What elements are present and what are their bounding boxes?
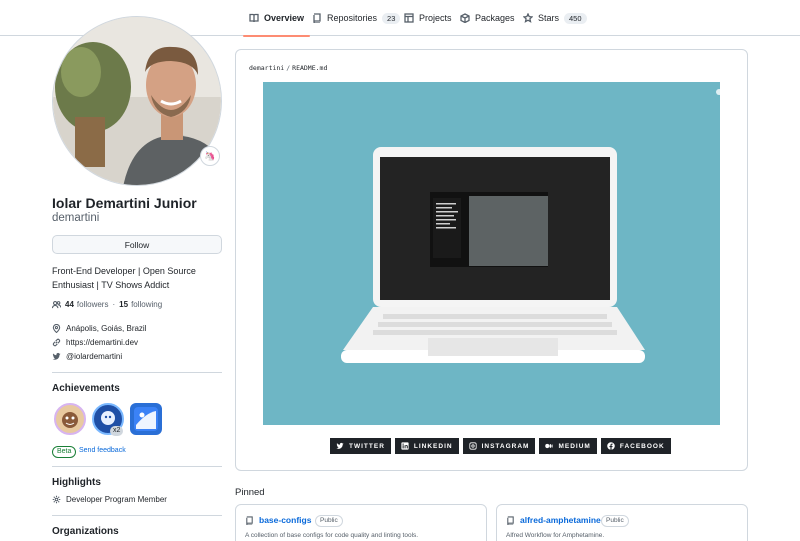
- followers-label: followers: [76, 300, 109, 309]
- highlight-item-label: Developer Program Member: [66, 495, 167, 504]
- follow-stats: 44 followers · 15 following: [52, 300, 162, 309]
- tab-overview[interactable]: Overview: [242, 0, 311, 37]
- highlights-title: Highlights: [52, 477, 101, 488]
- star-icon: [523, 13, 533, 23]
- tab-stars-label: Stars: [538, 13, 560, 23]
- stars-counter: 450: [564, 12, 587, 24]
- pinned-repo-description: Alfred Workflow for Amphetamine.: [506, 532, 605, 539]
- website-row: https://demartini.dev: [52, 338, 138, 347]
- repo-icon: [246, 516, 253, 525]
- medium-button[interactable]: MEDIUM: [539, 438, 597, 454]
- sidebar-divider: [52, 515, 222, 516]
- highlight-item: Developer Program Member: [52, 495, 167, 504]
- medium-icon: [545, 443, 554, 449]
- pinned-repo-visibility: Public: [315, 515, 343, 527]
- pinned-repo-description: A collection of base configs for code qu…: [245, 532, 419, 539]
- sidebar-divider: [52, 372, 222, 373]
- facebook-button-label: FACEBOOK: [619, 442, 665, 450]
- achievement-badge-3[interactable]: [130, 403, 162, 435]
- book-icon: [249, 13, 259, 23]
- following-link[interactable]: 15 following: [119, 300, 162, 309]
- twitter-row: @iolardemartini: [52, 352, 122, 361]
- tab-overview-label: Overview: [264, 13, 305, 23]
- readme-path-separator: /: [286, 64, 291, 72]
- tab-stars[interactable]: Stars 450: [523, 0, 587, 36]
- following-count: 15: [119, 300, 129, 309]
- linkedin-icon: [401, 442, 409, 450]
- linkedin-button[interactable]: LINKEDIN: [394, 438, 459, 454]
- achievement-badge-1[interactable]: [54, 403, 86, 435]
- send-feedback-link[interactable]: Send feedback: [79, 447, 126, 454]
- followers-link[interactable]: 44 followers: [65, 300, 108, 309]
- readme-path-file: README.md: [292, 64, 328, 72]
- package-icon: [460, 13, 470, 23]
- readme-banner-image: [263, 82, 720, 425]
- profile-username: demartini: [52, 212, 100, 224]
- pinned-repo-name[interactable]: base-configs: [259, 515, 311, 525]
- twitter-icon: [336, 442, 344, 449]
- twitter-button[interactable]: TWITTER: [330, 438, 391, 454]
- follow-button[interactable]: Follow: [52, 235, 222, 254]
- instagram-button-label: INSTAGRAM: [481, 442, 530, 450]
- people-icon: [52, 300, 61, 309]
- pinned-title: Pinned: [235, 487, 265, 498]
- repo-icon: [507, 516, 514, 525]
- sidebar-divider: [52, 466, 222, 467]
- project-icon: [404, 13, 414, 23]
- readme-path: demartini / README.md: [249, 64, 327, 72]
- tab-projects-label: Projects: [419, 13, 452, 23]
- pinned-repo-visibility: Public: [601, 515, 629, 527]
- instagram-button[interactable]: INSTAGRAM: [462, 438, 536, 454]
- location-icon: [52, 324, 61, 333]
- laptop-illustration: [341, 89, 720, 363]
- twitter-icon: [52, 352, 61, 360]
- link-icon: [52, 338, 61, 347]
- repositories-counter: 23: [382, 12, 401, 24]
- avatar-photo: [53, 17, 221, 185]
- location-text: Anápolis, Goiás, Brazil: [66, 324, 147, 333]
- avatar[interactable]: [52, 16, 222, 186]
- pinned-repo-card: base-configs Public A collection of base…: [235, 504, 487, 541]
- tab-packages[interactable]: Packages: [460, 0, 515, 36]
- website-link[interactable]: https://demartini.dev: [66, 338, 138, 347]
- follow-separator: ·: [112, 300, 116, 309]
- tab-repositories[interactable]: Repositories 23: [312, 0, 401, 36]
- pinned-repo-card: alfred-amphetamine Public Alfred Workflo…: [496, 504, 748, 541]
- twitter-link[interactable]: @iolardemartini: [66, 352, 122, 361]
- repo-icon: [313, 13, 321, 23]
- gear-icon: [52, 495, 61, 504]
- social-buttons: TWITTER LINKEDIN INSTAGRAM MEDIUM FACEBO…: [330, 438, 671, 454]
- badge-multiplier: x2: [110, 426, 124, 436]
- achievement-badge-1-art: [62, 412, 78, 428]
- profile-full-name: Iolar Demartini Junior: [52, 195, 197, 211]
- facebook-icon: [607, 442, 615, 450]
- beta-badge: Beta: [52, 446, 77, 458]
- twitter-button-label: TWITTER: [349, 442, 385, 450]
- following-label: following: [131, 300, 163, 309]
- followers-count: 44: [65, 300, 74, 309]
- linkedin-button-label: LINKEDIN: [413, 442, 453, 450]
- location-row: Anápolis, Goiás, Brazil: [52, 324, 146, 333]
- tab-projects[interactable]: Projects: [404, 0, 452, 36]
- pinned-repo-name[interactable]: alfred-amphetamine: [520, 515, 601, 525]
- profile-bio: Front-End Developer | Open Source Enthus…: [52, 266, 196, 290]
- readme-path-owner[interactable]: demartini: [249, 64, 284, 72]
- medium-button-label: MEDIUM: [558, 442, 591, 450]
- tab-packages-label: Packages: [475, 13, 515, 23]
- tab-repositories-label: Repositories: [327, 13, 378, 23]
- instagram-icon: [468, 442, 477, 450]
- status-emoji[interactable]: 🦄: [200, 146, 220, 166]
- facebook-button[interactable]: FACEBOOK: [600, 438, 671, 454]
- achievement-badge-3-art: [134, 407, 158, 431]
- organizations-title: Organizations: [52, 526, 119, 537]
- achievements-title: Achievements: [52, 383, 120, 394]
